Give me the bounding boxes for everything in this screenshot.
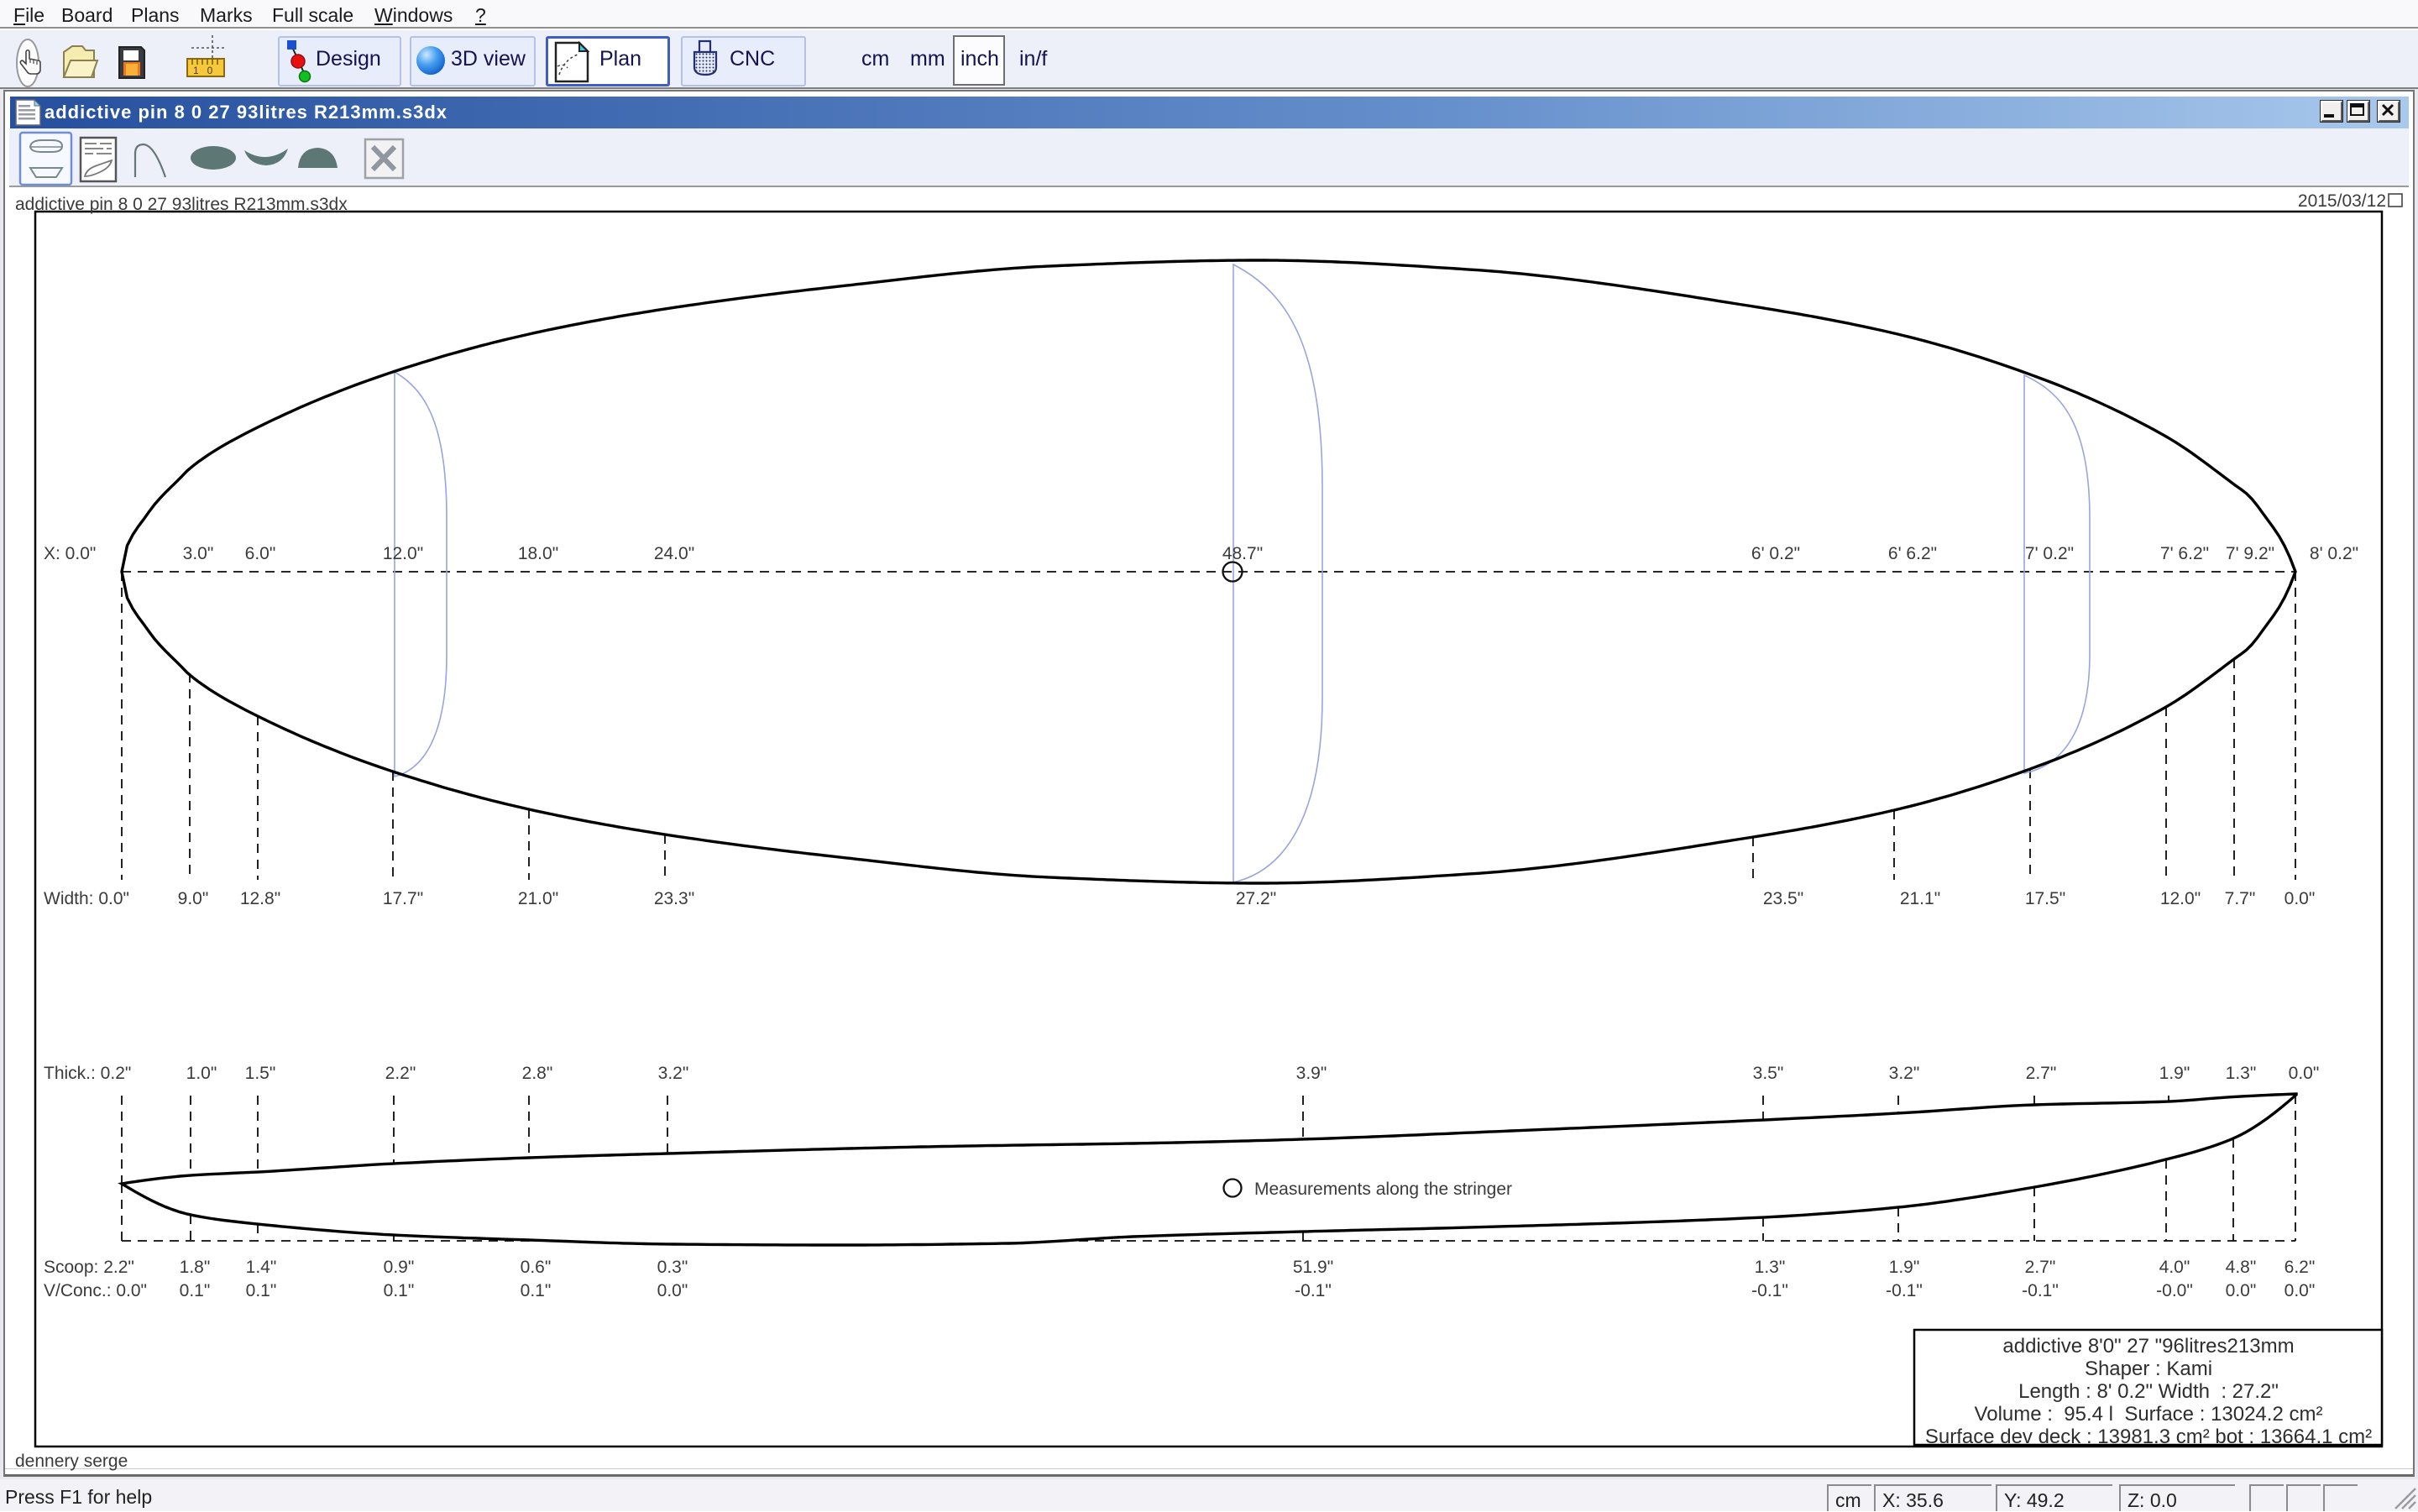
svg-text:Surface dev deck : 13981.3 cm²: Surface dev deck : 13981.3 cm² bot : 136… [1925, 1426, 2372, 1448]
svg-text:7.7": 7.7" [2225, 889, 2256, 908]
svg-text:0.0": 0.0" [2289, 1064, 2320, 1083]
svg-text:0.6": 0.6" [521, 1258, 552, 1277]
svg-text:0.1": 0.1" [180, 1281, 211, 1300]
svg-text:8' 0.2": 8' 0.2" [2310, 544, 2358, 563]
svg-text:17.7": 17.7" [383, 889, 423, 908]
svg-text:0.1": 0.1" [521, 1281, 552, 1300]
svg-text:V/Conc.: 0.0": V/Conc.: 0.0" [44, 1281, 147, 1300]
svg-text:Scoop: 2.2": Scoop: 2.2" [44, 1258, 134, 1277]
svg-text:12.8": 12.8" [240, 889, 280, 908]
svg-text:0.1": 0.1" [246, 1281, 277, 1300]
svg-text:Shaper : Kami: Shaper : Kami [2085, 1358, 2212, 1380]
svg-text:dennery serge: dennery serge [15, 1452, 128, 1471]
svg-text:1.8": 1.8" [180, 1258, 211, 1277]
svg-text:addictive pin 8 0 27 93litres: addictive pin 8 0 27 93litres R213mm.s3d… [15, 195, 348, 214]
svg-text:0.0": 0.0" [2285, 1281, 2316, 1300]
svg-text:48.7": 48.7" [1222, 544, 1263, 563]
svg-text:7' 9.2": 7' 9.2" [2226, 544, 2274, 563]
svg-text:0.3": 0.3" [657, 1258, 688, 1277]
svg-text:Length : 8' 0.2" Width : 27.2: Length : 8' 0.2" Width : 27.2" [2018, 1380, 2279, 1403]
svg-text:-0.1": -0.1" [1295, 1281, 1332, 1300]
svg-text:X: 0.0": X: 0.0" [44, 544, 96, 563]
svg-text:0.0": 0.0" [2226, 1281, 2257, 1300]
svg-text:3.2": 3.2" [658, 1064, 689, 1083]
svg-text:1.3": 1.3" [1755, 1258, 1786, 1277]
svg-text:-0.1": -0.1" [1886, 1281, 1923, 1300]
svg-text:2.7": 2.7" [2025, 1258, 2056, 1277]
svg-text:1.4": 1.4" [246, 1258, 277, 1277]
svg-text:4.0": 4.0" [2159, 1258, 2190, 1277]
svg-text:3.0": 3.0" [183, 544, 214, 563]
svg-text:1.9": 1.9" [2159, 1064, 2190, 1083]
svg-text:12.0": 12.0" [383, 544, 423, 563]
svg-text:9.0": 9.0" [178, 889, 209, 908]
svg-text:6.2": 6.2" [2285, 1258, 2316, 1277]
svg-text:-0.1": -0.1" [1751, 1281, 1788, 1300]
svg-text:27.2": 27.2" [1236, 889, 1276, 908]
svg-text:0.0": 0.0" [657, 1281, 688, 1300]
svg-text:addictive 8'0" 27 "96litres213: addictive 8'0" 27 "96litres213mm [2002, 1335, 2294, 1358]
svg-text:0.9": 0.9" [384, 1258, 415, 1277]
svg-text:23.5": 23.5" [1763, 889, 1803, 908]
svg-text:6' 6.2": 6' 6.2" [1888, 544, 1937, 563]
svg-text:0.0": 0.0" [2285, 889, 2316, 908]
svg-text:-0.1": -0.1" [2022, 1281, 2059, 1300]
svg-text:3.9": 3.9" [1296, 1064, 1327, 1083]
svg-text:17.5": 17.5" [2025, 889, 2065, 908]
svg-text:3.2": 3.2" [1889, 1064, 1920, 1083]
svg-text:2.2": 2.2" [385, 1064, 416, 1083]
svg-text:2.7": 2.7" [2026, 1064, 2057, 1083]
svg-text:3.5": 3.5" [1753, 1064, 1784, 1083]
svg-text:7' 6.2": 7' 6.2" [2160, 544, 2209, 563]
svg-text:21.0": 21.0" [518, 889, 558, 908]
svg-text:-0.0": -0.0" [2156, 1281, 2193, 1300]
svg-text:21.1": 21.1" [1900, 889, 1940, 908]
svg-text:2015/03/12: 2015/03/12 [2298, 191, 2386, 211]
svg-text:51.9": 51.9" [1293, 1258, 1333, 1277]
svg-text:4.8": 4.8" [2226, 1258, 2257, 1277]
svg-text:6.0": 6.0" [245, 544, 276, 563]
svg-text:Width: 0.0": Width: 0.0" [44, 889, 129, 908]
svg-text:0.1": 0.1" [384, 1281, 415, 1300]
svg-text:2.8": 2.8" [522, 1064, 553, 1083]
svg-text:23.3": 23.3" [654, 889, 694, 908]
svg-text:1.0": 1.0" [186, 1064, 217, 1083]
svg-text:Thick.: 0.2": Thick.: 0.2" [44, 1064, 131, 1083]
svg-text:24.0": 24.0" [654, 544, 694, 563]
svg-text:1.3": 1.3" [2226, 1064, 2257, 1083]
svg-text:Volume : 95.4 l Surface : 13: Volume : 95.4 l Surface : 13024.2 cm² [1975, 1403, 2323, 1426]
svg-text:12.0": 12.0" [2160, 889, 2201, 908]
svg-text:6' 0.2": 6' 0.2" [1751, 544, 1800, 563]
svg-text:18.0": 18.0" [518, 544, 558, 563]
svg-text:Measurements along the stringe: Measurements along the stringer [1254, 1180, 1512, 1199]
svg-text:7' 0.2": 7' 0.2" [2025, 544, 2074, 563]
svg-text:1.9": 1.9" [1889, 1258, 1920, 1277]
svg-text:1.5": 1.5" [245, 1064, 276, 1083]
